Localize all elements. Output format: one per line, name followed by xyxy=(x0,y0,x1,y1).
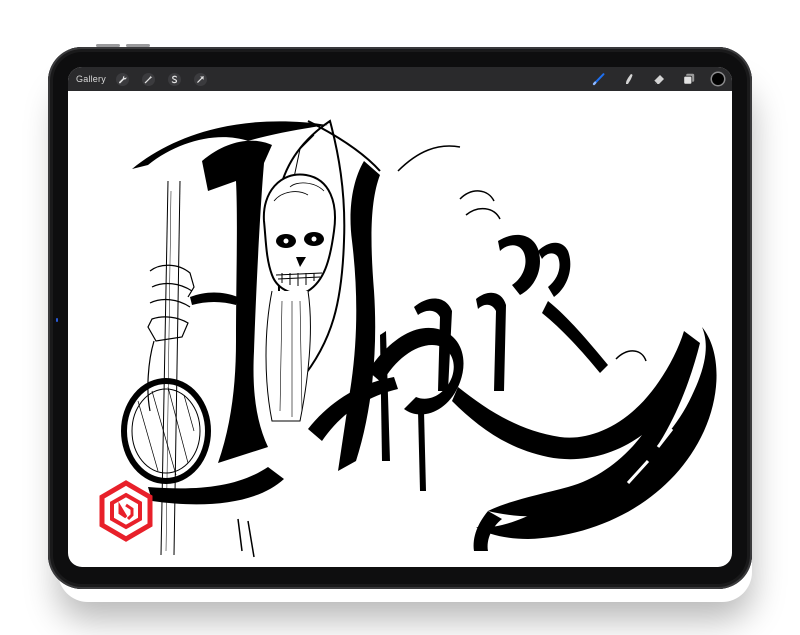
eraser-icon[interactable] xyxy=(652,72,666,86)
drawing-canvas[interactable] xyxy=(68,91,732,567)
gallery-button[interactable]: Gallery xyxy=(76,74,106,84)
transform-arrow-icon[interactable] xyxy=(193,72,207,86)
color-picker[interactable] xyxy=(712,73,724,85)
wrench-icon[interactable] xyxy=(115,72,129,86)
smudge-icon[interactable] xyxy=(622,72,636,86)
procreate-screen: Gallery xyxy=(68,67,732,567)
selection-icon[interactable] xyxy=(167,72,181,86)
red-logo xyxy=(99,480,153,542)
magic-wand-icon[interactable] xyxy=(141,72,155,86)
artwork xyxy=(99,119,717,558)
reaper-figure xyxy=(262,119,346,422)
brush-size-indicator xyxy=(56,318,58,322)
lantern xyxy=(121,378,211,484)
calligraphy-letters xyxy=(368,234,700,551)
brush-icon[interactable] xyxy=(592,72,606,86)
tool-group xyxy=(576,67,724,91)
layers-icon[interactable] xyxy=(682,72,696,86)
color-swatch xyxy=(712,73,724,85)
top-toolbar: Gallery xyxy=(68,67,732,91)
